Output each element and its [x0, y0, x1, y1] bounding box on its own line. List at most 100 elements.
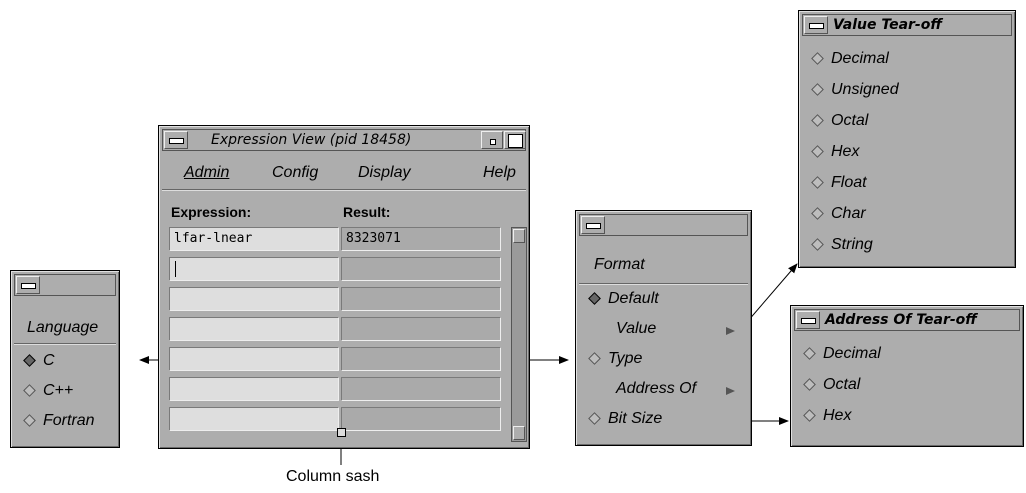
- address-item[interactable]: Hex: [791, 404, 1023, 432]
- menu-config[interactable]: Config: [272, 164, 318, 182]
- radio-icon: [811, 207, 824, 220]
- radio-icon: [811, 52, 824, 65]
- menu-admin[interactable]: Admin: [184, 164, 229, 182]
- value-item[interactable]: Octal: [799, 109, 1015, 137]
- minimize-button[interactable]: [481, 131, 503, 149]
- value-item-label: Float: [831, 174, 867, 191]
- address-item[interactable]: Octal: [791, 373, 1023, 401]
- radio-icon: [803, 409, 816, 422]
- vertical-scrollbar[interactable]: [511, 227, 527, 442]
- format-item-label: Default: [608, 290, 659, 307]
- format-divider: [579, 283, 748, 285]
- menubar-divider: [162, 189, 526, 191]
- value-item-label: Char: [831, 205, 866, 222]
- format-item-label: Value: [616, 320, 657, 337]
- radio-icon: [23, 414, 36, 427]
- radio-icon: [588, 412, 601, 425]
- result-cell: 8323071: [341, 227, 501, 251]
- format-item-bit-size[interactable]: Bit Size: [576, 407, 751, 435]
- address-item-label: Decimal: [823, 345, 881, 362]
- format-item-label: Address Of: [616, 380, 697, 397]
- radio-icon: [23, 354, 36, 367]
- value-item[interactable]: Float: [799, 171, 1015, 199]
- expression-cell[interactable]: lfar-lnear: [169, 227, 339, 251]
- format-tearoff-menu: Format Default Value Type Address Of Bit Siz…: [575, 210, 752, 446]
- address-item-label: Octal: [823, 376, 861, 393]
- value-item[interactable]: String: [799, 233, 1015, 261]
- scroll-down-button[interactable]: [513, 426, 525, 440]
- language-title-bar[interactable]: [14, 274, 116, 296]
- title-bar[interactable]: Expression View (pid 18458): [162, 129, 526, 151]
- expression-cell[interactable]: [169, 317, 339, 341]
- result-cell: [341, 317, 501, 341]
- value-item[interactable]: Decimal: [799, 47, 1015, 75]
- expression-cell[interactable]: [169, 377, 339, 401]
- format-menu-title: Format: [594, 256, 645, 273]
- format-title-bar[interactable]: [579, 214, 748, 236]
- format-item-value[interactable]: Value: [576, 317, 751, 345]
- value-item[interactable]: Unsigned: [799, 78, 1015, 106]
- language-divider: [14, 343, 116, 345]
- expression-cell[interactable]: [169, 257, 339, 281]
- radio-icon: [588, 352, 601, 365]
- format-item-label: Bit Size: [608, 410, 663, 427]
- scroll-up-button[interactable]: [513, 229, 525, 243]
- radio-icon: [23, 384, 36, 397]
- address-window-menu-button[interactable]: [796, 311, 820, 329]
- address-tearoff-title: Address Of Tear-off: [825, 312, 977, 328]
- window-menu-button[interactable]: [164, 131, 188, 149]
- format-item-label: Type: [608, 350, 643, 367]
- value-item[interactable]: Char: [799, 202, 1015, 230]
- value-item-label: Hex: [831, 143, 860, 160]
- radio-icon: [811, 83, 824, 96]
- radio-icon: [811, 145, 824, 158]
- radio-icon: [811, 176, 824, 189]
- expression-cell[interactable]: [169, 287, 339, 311]
- result-cell: [341, 287, 501, 311]
- value-tearoff-menu: Value Tear-off Decimal Unsigned Octal Hex Fl…: [798, 10, 1016, 268]
- expression-cell[interactable]: [169, 347, 339, 371]
- language-item-label: Fortran: [43, 412, 95, 429]
- menu-display[interactable]: Display: [358, 164, 410, 182]
- format-window-menu-button[interactable]: [581, 216, 605, 234]
- value-item-label: String: [831, 236, 873, 253]
- value-item[interactable]: Hex: [799, 140, 1015, 168]
- column-sash-callout: Column sash: [286, 468, 380, 485]
- language-window-menu-button[interactable]: [16, 276, 40, 294]
- value-item-label: Octal: [831, 112, 869, 129]
- menu-bar: Admin Config Display Help: [162, 158, 526, 188]
- format-item-address-of[interactable]: Address Of: [576, 377, 751, 405]
- result-cell: [341, 257, 501, 281]
- radio-icon: [588, 292, 601, 305]
- value-tearoff-title: Value Tear-off: [833, 17, 943, 33]
- column-sash-handle[interactable]: [337, 428, 346, 437]
- window-title: Expression View (pid 18458): [211, 132, 412, 148]
- value-title-bar[interactable]: Value Tear-off: [802, 14, 1012, 36]
- result-column-header: Result:: [343, 204, 391, 220]
- value-item-label: Decimal: [831, 50, 889, 67]
- radio-icon: [811, 114, 824, 127]
- expression-table: lfar-lnear 8323071: [169, 227, 504, 437]
- cascade-arrow-icon: [726, 327, 735, 335]
- value-window-menu-button[interactable]: [804, 16, 828, 34]
- language-item[interactable]: Fortran: [11, 409, 119, 437]
- value-item-label: Unsigned: [831, 81, 899, 98]
- language-menu-title: Language: [27, 319, 99, 336]
- format-item-type[interactable]: Type: [576, 347, 751, 375]
- language-item[interactable]: C: [11, 349, 119, 377]
- language-tearoff-menu: Language C C++ Fortran: [10, 270, 120, 448]
- language-item[interactable]: C++: [11, 379, 119, 407]
- menu-help[interactable]: Help: [483, 164, 516, 182]
- result-cell: [341, 407, 501, 431]
- address-item[interactable]: Decimal: [791, 342, 1023, 370]
- address-title-bar[interactable]: Address Of Tear-off: [794, 309, 1020, 331]
- result-cell: [341, 347, 501, 371]
- result-cell: [341, 377, 501, 401]
- expression-view-window: Expression View (pid 18458) Admin Config…: [158, 125, 530, 449]
- language-item-label: C: [43, 352, 55, 369]
- maximize-button[interactable]: [504, 131, 526, 149]
- format-item-default[interactable]: Default: [576, 287, 751, 315]
- radio-icon: [803, 347, 816, 360]
- expression-cell[interactable]: [169, 407, 339, 431]
- radio-icon: [803, 378, 816, 391]
